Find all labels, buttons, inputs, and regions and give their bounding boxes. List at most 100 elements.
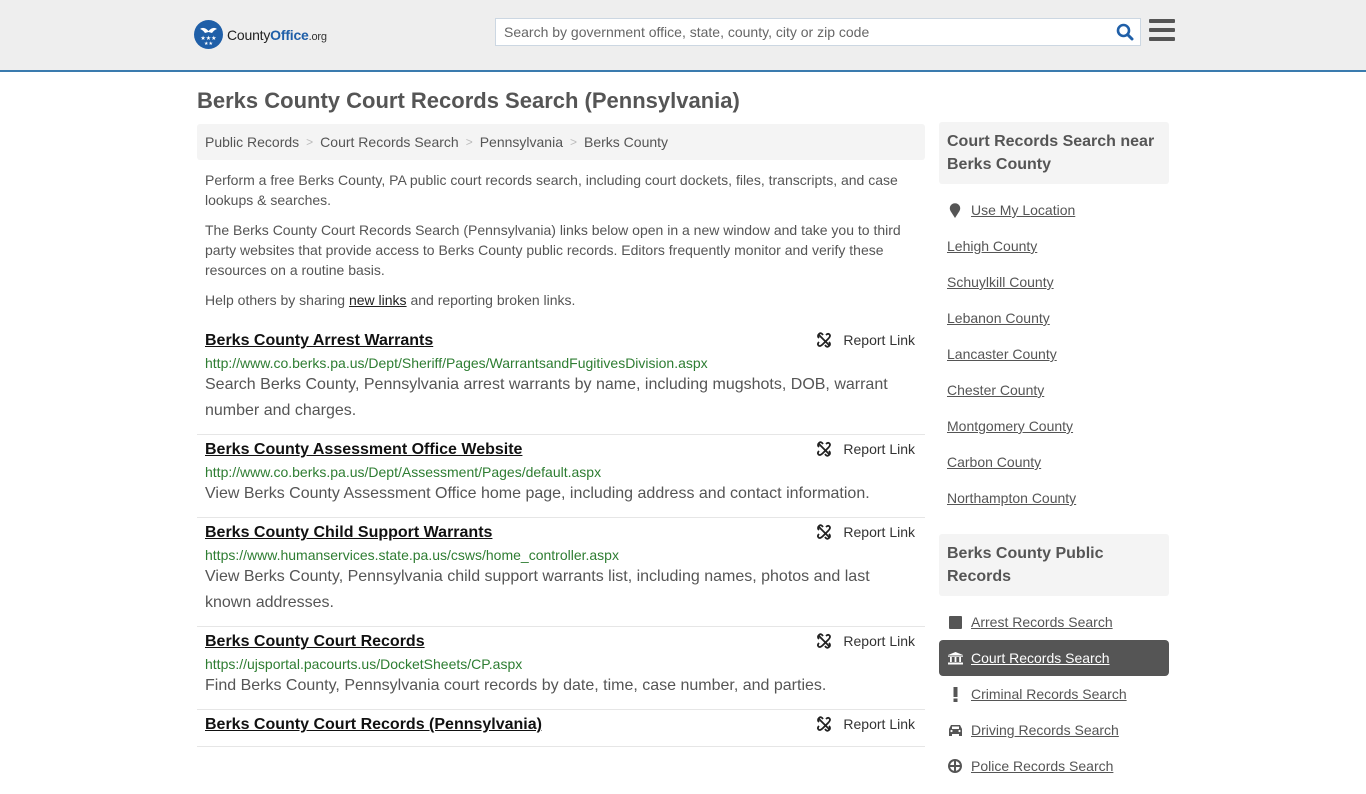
nearby-county-link[interactable]: Northampton County [947, 490, 1076, 506]
result-description: View Berks County Assessment Office home… [205, 485, 870, 502]
share-text: Help others by sharing [205, 292, 349, 308]
result-item: Berks County Child Support Warrants Repo… [197, 518, 925, 627]
nearby-county-item: Northampton County [939, 480, 1169, 516]
result-url: http://www.co.berks.pa.us/Dept/Assessmen… [205, 464, 602, 480]
menu-bar [1149, 19, 1175, 23]
result-description: Find Berks County, Pennsylvania court re… [205, 677, 827, 694]
nearby-county-link[interactable]: Lehigh County [947, 238, 1037, 254]
result-description: Search Berks County, Pennsylvania arrest… [205, 376, 888, 419]
use-my-location-link[interactable]: Use My Location [971, 202, 1075, 218]
nearby-county-link[interactable]: Montgomery County [947, 418, 1073, 434]
report-link-label: Report Link [843, 441, 915, 457]
nearby-county-item: Carbon County [939, 444, 1169, 480]
nearby-county-link[interactable]: Lancaster County [947, 346, 1057, 362]
report-link-button[interactable]: Report Link [816, 633, 915, 649]
search-box [495, 18, 1141, 46]
breadcrumb: Public Records > Court Records Search > … [197, 124, 925, 160]
nearby-list: Use My Location Lehigh County Schuylkill… [939, 184, 1169, 526]
report-link-label: Report Link [843, 332, 915, 348]
public-record-item-active: Court Records Search [939, 640, 1169, 676]
map-pin-icon [947, 202, 963, 218]
nearby-county-link[interactable]: Carbon County [947, 454, 1041, 470]
public-records-heading: Berks County Public Records [939, 534, 1169, 596]
report-link-label: Report Link [843, 633, 915, 649]
result-title-link[interactable]: Berks County Court Records (Pennsylvania… [205, 714, 542, 736]
result-url: https://www.humanservices.state.pa.us/cs… [205, 547, 619, 563]
driving-records-link[interactable]: Driving Records Search [971, 722, 1119, 738]
sidebar: Court Records Search near Berks County U… [939, 122, 1169, 794]
breadcrumb-court-records-search[interactable]: Court Records Search [320, 134, 459, 150]
logo-text: CountyOffice.org [227, 26, 327, 43]
intro-text: Perform a free Berks County, PA public c… [205, 170, 920, 320]
menu-bar [1149, 28, 1175, 32]
use-location-item: Use My Location [939, 192, 1169, 228]
nearby-county-item: Lehigh County [939, 228, 1169, 264]
broken-link-icon [817, 716, 832, 732]
report-link-button[interactable]: Report Link [816, 332, 915, 348]
result-title-link[interactable]: Berks County Assessment Office Website [205, 439, 522, 461]
criminal-records-link[interactable]: Criminal Records Search [971, 686, 1127, 702]
result-url: http://www.co.berks.pa.us/Dept/Sheriff/P… [205, 355, 708, 371]
page-title: Berks County Court Records Search (Penns… [197, 88, 740, 113]
public-record-item: Police Records Search [939, 748, 1169, 784]
menu-bar [1149, 37, 1175, 41]
result-title-link[interactable]: Berks County Court Records [205, 631, 425, 653]
eagle-stars-icon: ★★★ ★★ [194, 20, 223, 49]
share-text: and reporting broken links. [406, 292, 576, 308]
site-header: ★★★ ★★ CountyOffice.org [0, 0, 1366, 72]
nearby-county-item: Lancaster County [939, 336, 1169, 372]
report-link-button[interactable]: Report Link [816, 716, 915, 732]
courthouse-icon [947, 651, 963, 665]
arrest-records-link[interactable]: Arrest Records Search [971, 614, 1113, 630]
report-link-button[interactable]: Report Link [816, 441, 915, 457]
search-input[interactable] [496, 19, 1110, 45]
police-badge-icon [947, 759, 963, 773]
car-icon [947, 724, 963, 736]
search-button[interactable] [1110, 19, 1140, 45]
broken-link-icon [817, 524, 832, 540]
exclamation-icon [947, 686, 963, 702]
hamburger-menu-button[interactable] [1149, 19, 1175, 43]
results-list: Berks County Arrest Warrants Report Link… [197, 326, 925, 747]
report-link-button[interactable]: Report Link [816, 524, 915, 540]
broken-link-icon [817, 441, 832, 457]
nearby-heading: Court Records Search near Berks County [939, 122, 1169, 184]
report-link-label: Report Link [843, 716, 915, 732]
square-icon [947, 615, 963, 629]
police-records-link[interactable]: Police Records Search [971, 758, 1113, 774]
result-item: Berks County Assessment Office Website R… [197, 435, 925, 518]
result-item: Berks County Court Records Report Link h… [197, 627, 925, 710]
report-link-label: Report Link [843, 524, 915, 540]
breadcrumb-separator: > [306, 135, 314, 149]
result-title-link[interactable]: Berks County Arrest Warrants [205, 330, 433, 352]
breadcrumb-berks-county[interactable]: Berks County [584, 134, 668, 150]
breadcrumb-public-records[interactable]: Public Records [205, 134, 299, 150]
public-record-item: Driving Records Search [939, 712, 1169, 748]
result-title-link[interactable]: Berks County Child Support Warrants [205, 522, 492, 544]
site-logo[interactable]: ★★★ ★★ CountyOffice.org [194, 20, 327, 49]
nearby-county-link[interactable]: Schuylkill County [947, 274, 1054, 290]
breadcrumb-separator: > [569, 135, 577, 149]
broken-link-icon [817, 633, 832, 649]
nearby-county-item: Montgomery County [939, 408, 1169, 444]
public-record-item: Arrest Records Search [939, 604, 1169, 640]
nearby-county-item: Lebanon County [939, 300, 1169, 336]
result-description: View Berks County, Pennsylvania child su… [205, 568, 870, 611]
nearby-county-item: Chester County [939, 372, 1169, 408]
court-records-link[interactable]: Court Records Search [971, 650, 1110, 666]
nearby-county-link[interactable]: Chester County [947, 382, 1044, 398]
intro-paragraph: Perform a free Berks County, PA public c… [205, 172, 898, 208]
new-links-link[interactable]: new links [349, 292, 407, 308]
nearby-county-link[interactable]: Lebanon County [947, 310, 1050, 326]
broken-link-icon [817, 332, 832, 348]
public-records-list: Arrest Records Search Court Records Sear… [939, 596, 1169, 794]
intro-share-paragraph: Help others by sharing new links and rep… [205, 290, 920, 310]
breadcrumb-pennsylvania[interactable]: Pennsylvania [480, 134, 563, 150]
intro-paragraph: The Berks County Court Records Search (P… [205, 222, 901, 278]
result-item: Berks County Arrest Warrants Report Link… [197, 326, 925, 435]
public-record-item: Criminal Records Search [939, 676, 1169, 712]
search-icon [1116, 23, 1134, 41]
breadcrumb-separator: > [465, 135, 473, 149]
svg-text:★★: ★★ [204, 41, 213, 47]
nearby-county-item: Schuylkill County [939, 264, 1169, 300]
